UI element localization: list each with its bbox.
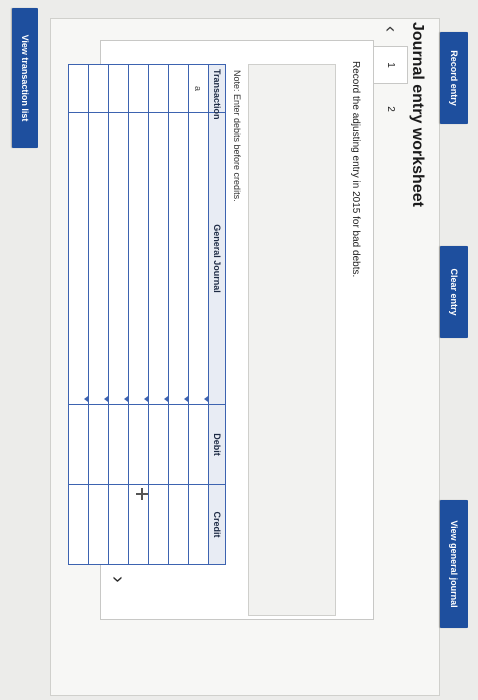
tab-label: 2 bbox=[385, 106, 397, 112]
transaction-cell bbox=[148, 64, 169, 113]
entry-area-frame bbox=[248, 64, 336, 616]
table-row bbox=[168, 64, 189, 565]
account-select[interactable] bbox=[68, 112, 89, 405]
table-row: a bbox=[188, 64, 209, 565]
debit-input[interactable] bbox=[128, 404, 149, 485]
transaction-cell: a bbox=[188, 64, 209, 113]
tab-2[interactable]: 2 bbox=[374, 90, 408, 128]
rotated-screen: View transaction list Journal entry work… bbox=[0, 0, 478, 700]
crosshair-cursor-icon bbox=[136, 488, 148, 500]
credit-header: Credit bbox=[208, 484, 226, 565]
debit-input[interactable] bbox=[88, 404, 109, 485]
transaction-cell bbox=[168, 64, 189, 113]
transaction-cell bbox=[88, 64, 109, 113]
dropdown-marker-icon bbox=[184, 396, 188, 402]
table-row bbox=[68, 64, 89, 565]
general-journal-header: General Journal bbox=[208, 112, 226, 405]
transaction-header: Transaction bbox=[208, 64, 226, 120]
table-row bbox=[148, 64, 169, 565]
account-select[interactable] bbox=[188, 112, 209, 405]
credit-input[interactable] bbox=[108, 484, 129, 565]
dropdown-marker-icon bbox=[84, 396, 88, 402]
chevron-left-icon[interactable]: ‹ bbox=[381, 26, 401, 32]
debit-input[interactable] bbox=[168, 404, 189, 485]
transaction-cell bbox=[108, 64, 129, 113]
credit-input[interactable] bbox=[148, 484, 169, 565]
tab-1[interactable]: 1 bbox=[374, 46, 408, 84]
account-select[interactable] bbox=[108, 112, 129, 405]
credit-input[interactable] bbox=[188, 484, 209, 565]
credit-input[interactable] bbox=[88, 484, 109, 565]
view-transaction-list-button[interactable]: View transaction list bbox=[12, 8, 38, 148]
dropdown-marker-icon bbox=[164, 396, 168, 402]
debit-input[interactable] bbox=[148, 404, 169, 485]
account-select[interactable] bbox=[148, 112, 169, 405]
dropdown-marker-icon bbox=[144, 396, 148, 402]
record-entry-button[interactable]: Record entry bbox=[440, 32, 468, 124]
note-text: Note: Enter debits before credits. bbox=[232, 70, 242, 202]
debit-header: Debit bbox=[208, 404, 226, 485]
clear-entry-button[interactable]: Clear entry bbox=[440, 246, 468, 338]
debit-input[interactable] bbox=[188, 404, 209, 485]
page-title: Journal entry worksheet bbox=[409, 22, 426, 207]
transaction-cell bbox=[128, 64, 149, 113]
tab-label: 1 bbox=[385, 62, 396, 68]
account-select[interactable] bbox=[168, 112, 189, 405]
credit-input[interactable] bbox=[168, 484, 189, 565]
chevron-right-icon[interactable]: ‹ bbox=[107, 576, 129, 583]
table-row bbox=[108, 64, 129, 565]
table-row bbox=[88, 64, 109, 565]
transaction-cell bbox=[68, 64, 89, 113]
dropdown-marker-icon bbox=[104, 396, 108, 402]
dropdown-marker-icon bbox=[124, 396, 128, 402]
instruction-text: Record the adjusting entry in 2015 for b… bbox=[350, 61, 361, 278]
account-select[interactable] bbox=[128, 112, 149, 405]
view-general-journal-button[interactable]: View general journal bbox=[440, 500, 468, 628]
debit-input[interactable] bbox=[108, 404, 129, 485]
debit-input[interactable] bbox=[68, 404, 89, 485]
account-select[interactable] bbox=[88, 112, 109, 405]
dropdown-marker-icon bbox=[204, 396, 208, 402]
table-header-row: Transaction General Journal Debit Credit bbox=[208, 64, 226, 565]
credit-input[interactable] bbox=[68, 484, 89, 565]
